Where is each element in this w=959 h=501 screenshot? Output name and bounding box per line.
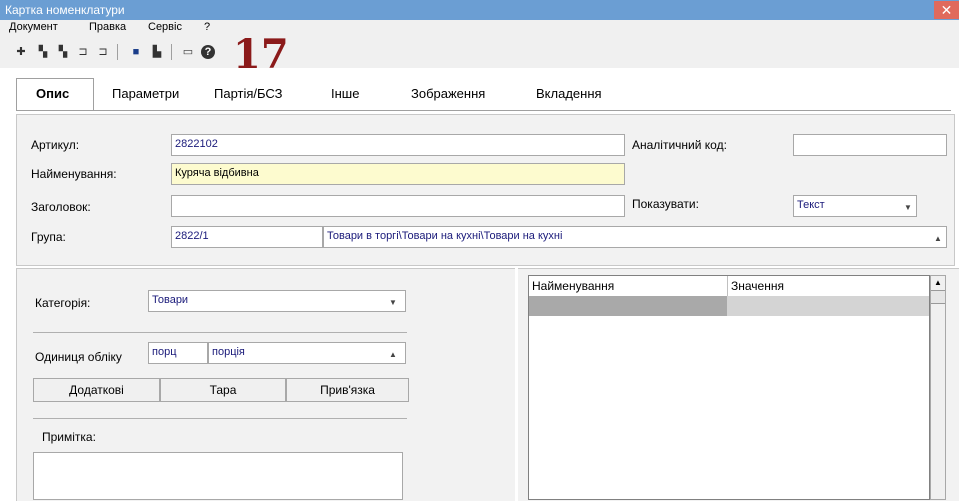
tab-parameters[interactable]: Параметри	[112, 86, 179, 101]
unit-name-field[interactable]: порція	[208, 342, 406, 364]
group-code-field[interactable]: 2822/1	[171, 226, 323, 248]
tab-batch[interactable]: Партія/БСЗ	[214, 86, 283, 101]
vertical-scrollbar[interactable]	[930, 275, 946, 500]
menu-service[interactable]: Сервіс	[148, 21, 182, 33]
show-select[interactable]: Текст	[793, 195, 917, 217]
category-select[interactable]: Товари	[148, 290, 406, 312]
toolbar-separator	[171, 44, 172, 60]
save-icon[interactable]: ■	[129, 45, 143, 59]
toolbar	[0, 36, 959, 69]
article-field[interactable]: 2822102	[171, 134, 625, 156]
grid-selected-cell[interactable]	[529, 296, 727, 316]
category-label: Категорія:	[35, 296, 91, 310]
menu-help[interactable]: ?	[204, 21, 210, 33]
grid-header-name[interactable]: Найменування	[532, 279, 614, 293]
copy-icon[interactable]: ▚	[36, 45, 50, 59]
tab-attachments[interactable]: Вкладення	[536, 86, 602, 101]
analytic-code-label: Аналітичний код:	[632, 138, 727, 152]
divider	[33, 418, 407, 419]
additional-button[interactable]: Додаткові	[33, 378, 160, 402]
packaging-button[interactable]: Тара	[160, 378, 286, 402]
tab-other[interactable]: Інше	[331, 86, 359, 101]
paste-icon[interactable]: ▚	[56, 45, 70, 59]
tab-images[interactable]: Зображення	[411, 86, 485, 101]
title-bar	[0, 0, 959, 20]
redo-icon[interactable]: ⊐	[96, 45, 110, 59]
close-button[interactable]: ✕	[934, 1, 959, 19]
toolbar-separator	[117, 44, 118, 60]
unit-code-field[interactable]: порц	[148, 342, 208, 364]
heading-field[interactable]	[171, 195, 625, 217]
scroll-up-icon[interactable]: ▲	[931, 276, 945, 290]
group-label: Група:	[31, 230, 66, 244]
name-field[interactable]: Куряча відбивна	[171, 163, 625, 185]
tab-description[interactable]: Опис	[36, 86, 69, 101]
group-path-field[interactable]: Товари в торгі\Товари на кухні\Товари на…	[323, 226, 947, 248]
print-icon[interactable]: ▙	[150, 45, 164, 59]
divider	[33, 332, 407, 333]
new-doc-icon[interactable]: ✚	[14, 45, 28, 59]
undo-icon[interactable]: ⊐	[76, 45, 90, 59]
chevron-up-icon[interactable]: ▲	[934, 234, 942, 243]
article-label: Артикул:	[31, 138, 80, 152]
menu-document[interactable]: Документ	[9, 21, 58, 33]
tab-divider	[16, 110, 951, 111]
chevron-down-icon[interactable]: ▼	[389, 298, 397, 307]
note-label: Примітка:	[42, 430, 96, 444]
binding-button[interactable]: Прив'язка	[286, 378, 409, 402]
menu-edit[interactable]: Правка	[89, 21, 126, 33]
scroll-thumb[interactable]	[931, 290, 945, 304]
unit-label: Одиниця обліку	[35, 350, 122, 364]
chevron-down-icon[interactable]: ▼	[904, 203, 912, 212]
form-icon[interactable]: ▭	[181, 45, 195, 59]
analytic-code-field[interactable]	[793, 134, 947, 156]
window-title: Картка номенклатури	[5, 3, 125, 17]
name-label: Найменування:	[31, 167, 117, 181]
note-textarea[interactable]	[33, 452, 403, 500]
menu-bar	[0, 20, 959, 36]
grid-header-value[interactable]: Значення	[731, 279, 784, 293]
heading-label: Заголовок:	[31, 200, 91, 214]
grid-selected-cell[interactable]	[727, 296, 929, 316]
show-label: Показувати:	[632, 197, 699, 211]
help-icon[interactable]: ?	[201, 45, 215, 59]
chevron-up-icon[interactable]: ▲	[389, 350, 397, 359]
